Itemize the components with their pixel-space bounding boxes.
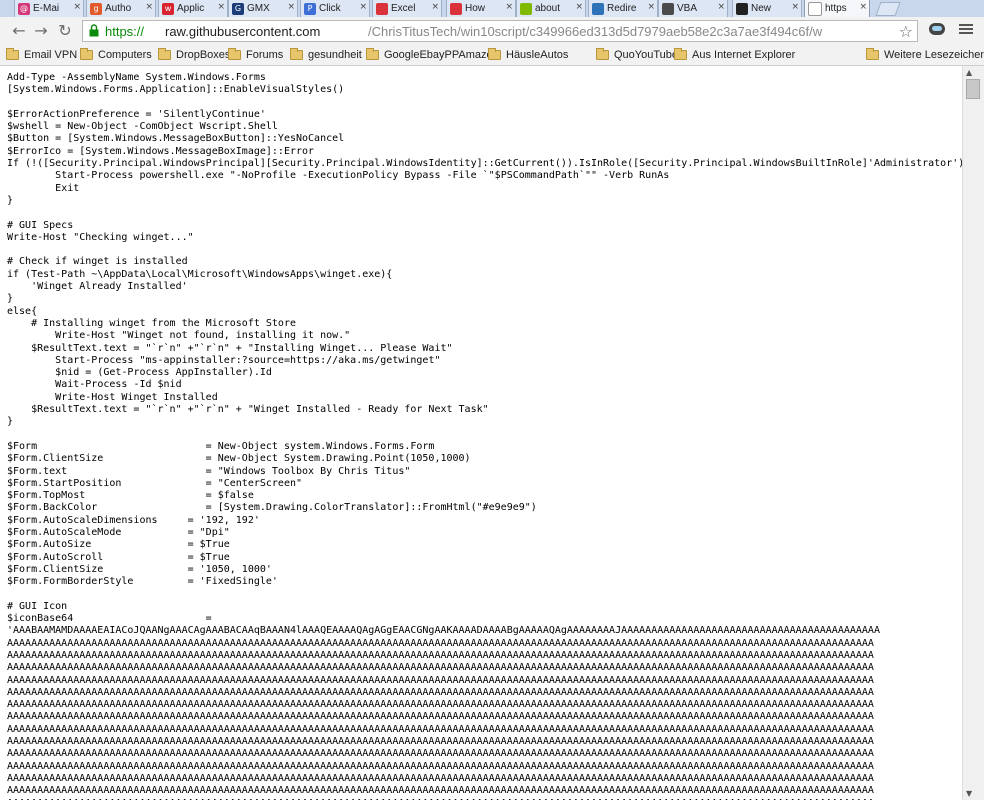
- bookmark-item[interactable]: GoogleEbayPPAmazo: [366, 46, 493, 64]
- back-arrow-icon[interactable]: ←: [8, 21, 30, 41]
- bookmark-label: Weitere Lesezeichen: [884, 49, 984, 61]
- tab-4[interactable]: P Click ×: [300, 0, 370, 17]
- tab-label: https: [825, 3, 847, 14]
- tab-label: Click: [319, 3, 341, 14]
- scrollbar-thumb[interactable]: [966, 79, 980, 99]
- url-host: raw.githubusercontent.com: [165, 24, 321, 39]
- bookmark-label: Email VPN: [24, 49, 78, 61]
- bookmarks-bar: Email VPN Computers DropBoxes Forums gesundh…: [0, 45, 984, 66]
- redirect-icon: [592, 2, 604, 15]
- click-icon: P: [304, 2, 316, 15]
- tab-6[interactable]: How ×: [446, 0, 516, 17]
- url-text[interactable]: https:// raw.githubusercontent.com /Chri…: [83, 21, 823, 41]
- lock-icon: [89, 24, 99, 37]
- github-icon: [736, 2, 748, 15]
- tab-2[interactable]: w Applic ×: [158, 0, 228, 17]
- bookmark-label: gesundheit: [308, 49, 362, 61]
- bookmark-item[interactable]: HäusleAutos: [488, 46, 568, 64]
- close-tab-icon[interactable]: ×: [859, 2, 867, 12]
- bookmark-label: HäusleAutos: [506, 49, 569, 61]
- reload-icon[interactable]: ↻: [54, 21, 76, 41]
- tab-label: Excel: [391, 3, 416, 14]
- bookmark-item[interactable]: Email VPN: [6, 46, 77, 64]
- folder-icon: [866, 48, 879, 60]
- close-tab-icon[interactable]: ×: [791, 2, 799, 12]
- url-path: /ChrisTitusTech/win10script/c349966ed313…: [368, 24, 823, 39]
- tab-label: about: [535, 3, 561, 14]
- tab-9[interactable]: VBA ×: [658, 0, 728, 17]
- close-tab-icon[interactable]: ×: [73, 2, 81, 12]
- tab-0[interactable]: @ E-Mai ×: [14, 0, 84, 17]
- folder-icon: [488, 48, 501, 60]
- bookmark-label: Aus Internet Explorer: [692, 49, 796, 61]
- vertical-scrollbar[interactable]: ▲ ▼: [962, 66, 984, 800]
- folder-icon: [290, 48, 303, 60]
- author-icon: g: [90, 2, 102, 15]
- tab-strip: @ E-Mai × g Autho × w Applic × G GMX × P Click × Excel ×…: [0, 0, 984, 18]
- page-icon: [808, 1, 822, 16]
- folder-icon: [6, 48, 19, 60]
- tab-1[interactable]: g Autho ×: [86, 0, 156, 17]
- bookmark-star-icon[interactable]: ☆: [899, 22, 913, 41]
- page-content: Add-Type -AssemblyName System.Windows.Fo…: [0, 66, 962, 800]
- close-tab-icon[interactable]: ×: [217, 2, 225, 12]
- close-tab-icon[interactable]: ×: [145, 2, 153, 12]
- tab-8[interactable]: Redire ×: [588, 0, 658, 17]
- close-tab-icon[interactable]: ×: [717, 2, 725, 12]
- scroll-down-icon[interactable]: ▼: [966, 789, 972, 798]
- email-icon: @: [18, 2, 30, 15]
- bookmark-item[interactable]: Forums: [228, 46, 283, 64]
- bookmark-label: QuoYouTube: [614, 49, 679, 61]
- bookmark-label: DropBoxes: [176, 49, 231, 61]
- folder-icon: [80, 48, 93, 60]
- folder-icon: [596, 48, 609, 60]
- vba-icon: [662, 2, 674, 15]
- address-bar[interactable]: https:// raw.githubusercontent.com /Chri…: [82, 20, 918, 42]
- script-source-text: Add-Type -AssemblyName System.Windows.Fo…: [7, 72, 962, 800]
- menu-icon[interactable]: [958, 22, 974, 38]
- bookmark-item[interactable]: Aus Internet Explorer: [674, 46, 795, 64]
- tab-7[interactable]: about ×: [516, 0, 586, 17]
- folder-icon: [158, 48, 171, 60]
- gmx-icon: G: [232, 2, 244, 15]
- folder-icon: [674, 48, 687, 60]
- extension-icon[interactable]: [929, 23, 945, 35]
- tab-label: New: [751, 3, 772, 14]
- close-tab-icon[interactable]: ×: [505, 2, 513, 12]
- close-tab-icon[interactable]: ×: [359, 2, 367, 12]
- scroll-up-icon[interactable]: ▲: [966, 68, 972, 77]
- close-tab-icon[interactable]: ×: [575, 2, 583, 12]
- tab-label: How: [465, 3, 486, 14]
- tab-label: Applic: [177, 3, 205, 14]
- bookmark-item[interactable]: gesundheit: [290, 46, 362, 64]
- tab-label: Redire: [607, 3, 637, 14]
- tab-11[interactable]: https ×: [804, 0, 870, 17]
- tab-label: E-Mai: [33, 3, 60, 14]
- how-icon: [450, 2, 462, 15]
- microsoft-icon: [520, 2, 532, 15]
- folder-icon: [366, 48, 379, 60]
- forward-arrow-icon[interactable]: →: [30, 21, 52, 41]
- bookmark-item[interactable]: Weitere Lesezeichen: [866, 46, 984, 64]
- tab-5[interactable]: Excel ×: [372, 0, 442, 17]
- folder-icon: [228, 48, 241, 60]
- close-tab-icon[interactable]: ×: [287, 2, 295, 12]
- excel-icon: [376, 2, 388, 15]
- tab-3[interactable]: G GMX ×: [228, 0, 298, 17]
- bookmark-item[interactable]: QuoYouTube: [596, 46, 678, 64]
- bookmark-label: GoogleEbayPPAmazo: [384, 49, 493, 61]
- tab-label: Autho: [105, 3, 132, 14]
- applic-icon: w: [162, 2, 174, 15]
- close-tab-icon[interactable]: ×: [647, 2, 655, 12]
- tab-label: GMX: [247, 3, 270, 14]
- bookmark-label: Computers: [98, 49, 152, 61]
- tab-label: VBA: [677, 3, 698, 14]
- tab-10[interactable]: New ×: [732, 0, 802, 17]
- close-tab-icon[interactable]: ×: [431, 2, 439, 12]
- url-scheme: https://: [105, 24, 145, 39]
- new-tab-button[interactable]: [875, 2, 901, 16]
- bookmark-item[interactable]: DropBoxes: [158, 46, 230, 64]
- bookmark-label: Forums: [246, 49, 284, 61]
- bookmark-item[interactable]: Computers: [80, 46, 152, 64]
